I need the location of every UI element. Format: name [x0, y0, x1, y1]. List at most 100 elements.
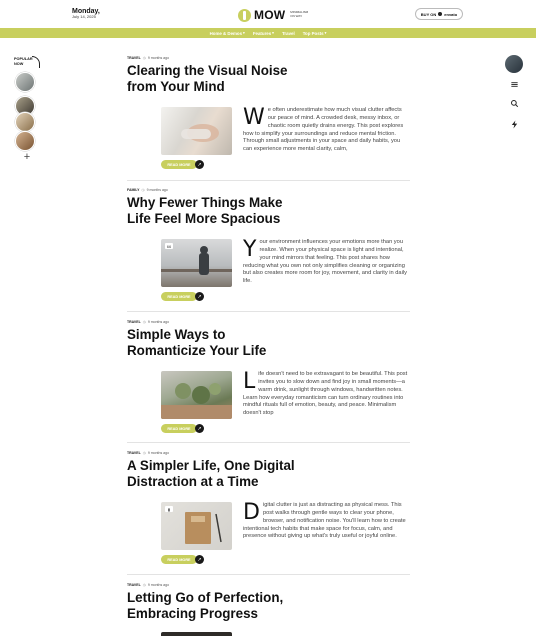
- article-body: ▮ Digital clutter is just as distracting…: [161, 500, 410, 572]
- article-meta: TRAVEL ◷ 9 months ago: [127, 583, 410, 587]
- read-more-button[interactable]: READ MORE: [161, 555, 197, 564]
- post-time: 9 months ago: [147, 451, 170, 455]
- site-header: Monday, July 14, 2025 MOW MINIMALISM ON …: [0, 0, 536, 28]
- divider: [127, 311, 410, 312]
- post-time: 9 months ago: [146, 188, 168, 192]
- read-more-button[interactable]: READ MORE: [161, 292, 197, 301]
- category-link[interactable]: TRAVEL: [127, 451, 141, 455]
- popular-now-rail: POPULAR NOW: [14, 56, 40, 68]
- add-icon[interactable]: +: [17, 147, 37, 167]
- dropcap: Y: [243, 237, 257, 262]
- excerpt-text: ife doesn't need to be extravagant to be…: [243, 371, 408, 417]
- popular-title-line2: NOW: [14, 61, 24, 66]
- search-button[interactable]: [505, 94, 523, 112]
- article-card: FAMILY ◷ 9 months ago Why Fewer Things M…: [127, 188, 410, 301]
- article-excerpt: Your environment influences your emotion…: [243, 237, 410, 286]
- arrow-up-right-icon[interactable]: ↗: [195, 424, 204, 433]
- dropcap: D: [243, 500, 260, 525]
- envato-icon: [438, 12, 443, 16]
- chevron-down-icon: ▾: [243, 31, 245, 35]
- dropcap: W: [243, 105, 265, 130]
- read-more-button[interactable]: READ MORE: [161, 160, 197, 169]
- article-thumbnail-partial[interactable]: [161, 632, 232, 636]
- main-nav: Home & Demos ▾ Features ▾ Travel Top Pos…: [0, 28, 536, 38]
- buy-on-envato-button[interactable]: BUY ON envato: [415, 8, 463, 20]
- divider: [127, 442, 410, 443]
- read-more-group[interactable]: READ MORE ↗: [161, 424, 204, 433]
- article-title[interactable]: Clearing the Visual Noise from Your Mind: [127, 63, 307, 96]
- nav-item-top-posts[interactable]: Top Posts ▾: [303, 31, 327, 36]
- excerpt-text: igital clutter is just as distracting as…: [243, 502, 406, 540]
- clock-icon: ◷: [142, 451, 146, 455]
- article-thumbnail[interactable]: 66: [161, 239, 232, 287]
- date-full: July 14, 2025: [72, 14, 96, 20]
- category-link[interactable]: TRAVEL: [127, 320, 141, 324]
- arrow-up-right-icon[interactable]: ↗: [195, 160, 204, 169]
- excerpt-text: e often underestimate how much visual cl…: [243, 107, 404, 153]
- article-body: 66 Your environment influences your emot…: [161, 237, 410, 309]
- nav-label: Home & Demos: [209, 30, 243, 36]
- article-thumbnail[interactable]: [161, 371, 232, 419]
- article-thumbnail[interactable]: [161, 107, 232, 155]
- post-time: 9 months ago: [147, 320, 170, 324]
- article-thumbnail[interactable]: ▮: [161, 502, 232, 550]
- clock-icon: ◷: [141, 188, 145, 192]
- article-card: TRAVEL ◷ 9 months ago Simple Ways to Rom…: [127, 320, 410, 433]
- article-title[interactable]: Letting Go of Perfection, Embracing Prog…: [127, 590, 307, 623]
- user-avatar[interactable]: [505, 55, 523, 73]
- article-title[interactable]: Simple Ways to Romanticize Your Life: [127, 327, 307, 360]
- read-more-group[interactable]: READ MORE ↗: [161, 160, 204, 169]
- read-more-button[interactable]: READ MORE: [161, 424, 197, 433]
- flowers-table-illustration: [161, 383, 232, 419]
- logo-mark-icon: [238, 8, 251, 22]
- article-title[interactable]: Why Fewer Things Make Life Feel More Spa…: [127, 195, 307, 228]
- article-body: We often underestimate how much visual c…: [161, 105, 410, 177]
- quote-badge: 66: [165, 243, 173, 249]
- article-excerpt: Digital clutter is just as distracting a…: [243, 500, 410, 541]
- nav-item-travel[interactable]: Travel: [282, 31, 295, 36]
- popular-thumb-1[interactable]: [15, 72, 35, 92]
- article-excerpt: Life doesn't need to be extravagant to b…: [243, 369, 410, 418]
- category-link[interactable]: TRAVEL: [127, 583, 141, 587]
- article-card: TRAVEL ◷ 9 months ago Clearing the Visua…: [127, 56, 410, 169]
- lightning-icon: [511, 119, 517, 129]
- nav-label: Top Posts: [302, 30, 324, 36]
- menu-button[interactable]: [505, 75, 523, 93]
- curved-arrow-icon: [32, 56, 40, 68]
- post-time: 9 months ago: [147, 583, 170, 587]
- chevron-down-icon: ▾: [324, 31, 327, 35]
- nav-label: Features: [252, 30, 272, 36]
- clock-icon: ◷: [142, 583, 146, 587]
- arrow-up-right-icon[interactable]: ↗: [195, 555, 204, 564]
- buy-brand: envato: [444, 11, 458, 17]
- article-title[interactable]: A Simpler Life, One Digital Distraction …: [127, 458, 307, 491]
- buy-label: BUY ON: [420, 11, 437, 17]
- logo-text: MOW: [254, 8, 286, 22]
- site-logo[interactable]: MOW MINIMALISM ON WAY: [238, 8, 310, 22]
- category-link[interactable]: TRAVEL: [127, 56, 141, 60]
- nav-item-features[interactable]: Features ▾: [253, 31, 274, 36]
- flash-button[interactable]: [505, 115, 523, 133]
- article-card: TRAVEL ◷ 9 months ago Letting Go of Perf…: [127, 583, 410, 623]
- read-more-group[interactable]: READ MORE ↗: [161, 292, 204, 301]
- article-meta: TRAVEL ◷ 9 months ago: [127, 56, 410, 60]
- article-card: TRAVEL ◷ 9 months ago A Simpler Life, On…: [127, 451, 410, 564]
- menu-icon: [510, 81, 518, 87]
- read-more-group[interactable]: READ MORE ↗: [161, 555, 204, 564]
- divider: [127, 180, 410, 181]
- popular-thumb-3[interactable]: [15, 112, 35, 132]
- arrow-up-right-icon[interactable]: ↗: [195, 292, 204, 301]
- hand-illustration: [181, 124, 219, 142]
- article-body: Life doesn't need to be extravagant to b…: [161, 369, 410, 441]
- category-link[interactable]: FAMILY: [127, 188, 140, 192]
- article-excerpt: We often underestimate how much visual c…: [243, 105, 410, 154]
- dropcap: L: [243, 369, 256, 394]
- nav-label: Travel: [281, 30, 295, 36]
- logo-tagline: MINIMALISM ON WAY: [290, 10, 309, 18]
- nav-item-home-demos[interactable]: Home & Demos ▾: [210, 31, 245, 36]
- format-badge: ▮: [165, 506, 173, 512]
- excerpt-text: our environment influences your emotions…: [243, 239, 407, 285]
- article-meta: FAMILY ◷ 9 months ago: [127, 188, 410, 192]
- clock-icon: ◷: [142, 320, 146, 324]
- header-date: Monday, July 14, 2025: [72, 8, 100, 20]
